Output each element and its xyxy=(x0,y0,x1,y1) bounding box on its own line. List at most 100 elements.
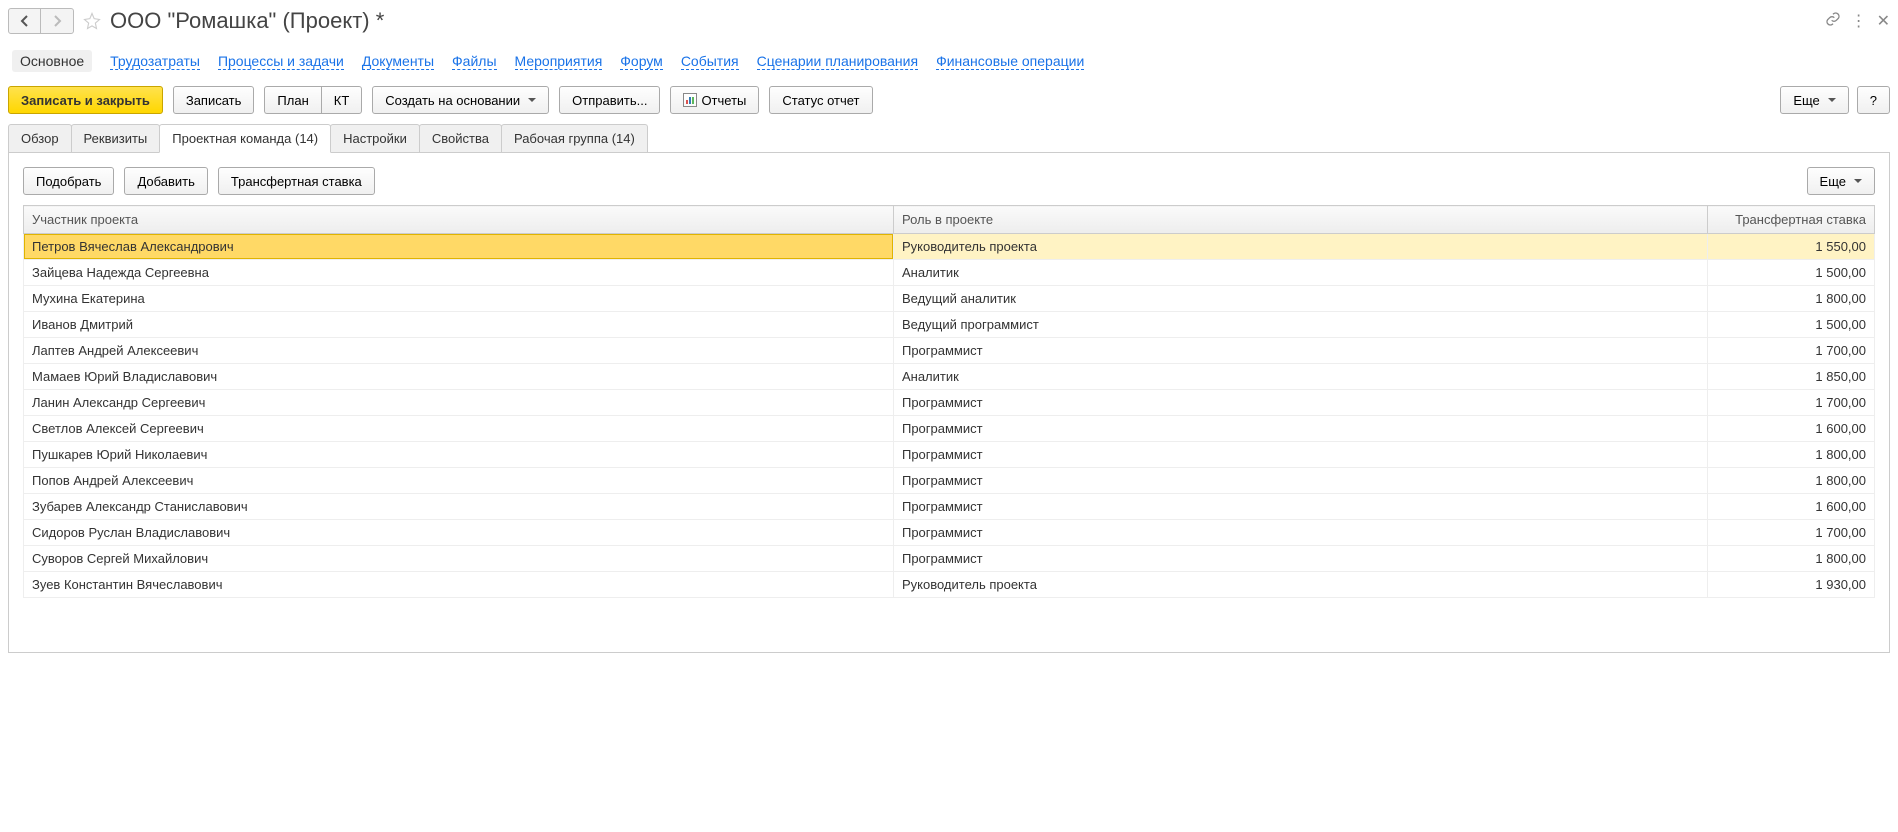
cell-rate[interactable]: 1 800,00 xyxy=(1708,468,1875,494)
reports-button[interactable]: Отчеты xyxy=(670,86,759,114)
table-row[interactable]: Иванов ДмитрийВедущий программист1 500,0… xyxy=(24,312,1875,338)
cell-participant[interactable]: Мамаев Юрий Владиславович xyxy=(24,364,894,390)
cell-participant[interactable]: Зубарев Александр Станиславович xyxy=(24,494,894,520)
cell-rate[interactable]: 1 700,00 xyxy=(1708,520,1875,546)
cell-rate[interactable]: 1 700,00 xyxy=(1708,338,1875,364)
more-vertical-icon[interactable]: ⋮ xyxy=(1851,11,1867,31)
link-tab-planning[interactable]: Сценарии планирования xyxy=(757,53,918,70)
link-tab-labor[interactable]: Трудозатраты xyxy=(110,53,200,70)
link-tab-documents[interactable]: Документы xyxy=(362,53,434,70)
cell-rate[interactable]: 1 930,00 xyxy=(1708,572,1875,598)
cell-rate[interactable]: 1 800,00 xyxy=(1708,546,1875,572)
cell-role[interactable]: Программист xyxy=(893,468,1707,494)
link-tab-financial[interactable]: Финансовые операции xyxy=(936,53,1084,70)
tab-details[interactable]: Реквизиты xyxy=(71,124,161,152)
link-tab-processes[interactable]: Процессы и задачи xyxy=(218,53,344,70)
cell-role[interactable]: Ведущий программист xyxy=(893,312,1707,338)
sub-tabs: Обзор Реквизиты Проектная команда (14) Н… xyxy=(8,124,1890,153)
nav-back-button[interactable] xyxy=(9,9,41,33)
cell-participant[interactable]: Светлов Алексей Сергеевич xyxy=(24,416,894,442)
cell-rate[interactable]: 1 500,00 xyxy=(1708,312,1875,338)
table-row[interactable]: Ланин Александр СергеевичПрограммист1 70… xyxy=(24,390,1875,416)
chart-icon xyxy=(683,93,697,107)
cell-participant[interactable]: Лаптев Андрей Алексеевич xyxy=(24,338,894,364)
cell-rate[interactable]: 1 600,00 xyxy=(1708,416,1875,442)
cell-participant[interactable]: Ланин Александр Сергеевич xyxy=(24,390,894,416)
pick-button[interactable]: Подобрать xyxy=(23,167,114,195)
cell-role[interactable]: Программист xyxy=(893,338,1707,364)
cell-role[interactable]: Программист xyxy=(893,494,1707,520)
plan-button[interactable]: План xyxy=(264,86,320,114)
help-button[interactable]: ? xyxy=(1857,86,1890,114)
cell-role[interactable]: Программист xyxy=(893,442,1707,468)
cell-participant[interactable]: Петров Вячеслав Александрович xyxy=(24,234,894,260)
add-button[interactable]: Добавить xyxy=(124,167,207,195)
save-button[interactable]: Записать xyxy=(173,86,255,114)
cell-rate[interactable]: 1 550,00 xyxy=(1708,234,1875,260)
transfer-rate-button[interactable]: Трансфертная ставка xyxy=(218,167,375,195)
cell-role[interactable]: Руководитель проекта xyxy=(893,234,1707,260)
cell-role[interactable]: Программист xyxy=(893,416,1707,442)
cell-rate[interactable]: 1 600,00 xyxy=(1708,494,1875,520)
cell-participant[interactable]: Пушкарев Юрий Николаевич xyxy=(24,442,894,468)
table-row[interactable]: Светлов Алексей СергеевичПрограммист1 60… xyxy=(24,416,1875,442)
cell-role[interactable]: Программист xyxy=(893,390,1707,416)
cell-rate[interactable]: 1 500,00 xyxy=(1708,260,1875,286)
inner-more-button[interactable]: Еще xyxy=(1807,167,1875,195)
table-row[interactable]: Зуев Константин ВячеславовичРуководитель… xyxy=(24,572,1875,598)
cell-rate[interactable]: 1 800,00 xyxy=(1708,442,1875,468)
tab-overview[interactable]: Обзор xyxy=(8,124,72,152)
kt-button[interactable]: КТ xyxy=(321,86,363,114)
table-row[interactable]: Пушкарев Юрий НиколаевичПрограммист1 800… xyxy=(24,442,1875,468)
cell-role[interactable]: Руководитель проекта xyxy=(893,572,1707,598)
cell-participant[interactable]: Иванов Дмитрий xyxy=(24,312,894,338)
link-icon[interactable] xyxy=(1825,11,1841,32)
table-row[interactable]: Зубарев Александр СтаниславовичПрограмми… xyxy=(24,494,1875,520)
link-tab-main[interactable]: Основное xyxy=(12,50,92,72)
save-close-button[interactable]: Записать и закрыть xyxy=(8,86,163,114)
table-row[interactable]: Петров Вячеслав АлександровичРуководител… xyxy=(24,234,1875,260)
tab-settings[interactable]: Настройки xyxy=(330,124,420,152)
link-tab-files[interactable]: Файлы xyxy=(452,53,496,70)
nav-buttons xyxy=(8,8,74,34)
cell-participant[interactable]: Мухина Екатерина xyxy=(24,286,894,312)
table-row[interactable]: Суворов Сергей МихайловичПрограммист1 80… xyxy=(24,546,1875,572)
cell-rate[interactable]: 1 700,00 xyxy=(1708,390,1875,416)
cell-participant[interactable]: Сидоров Руслан Владиславович xyxy=(24,520,894,546)
cell-rate[interactable]: 1 800,00 xyxy=(1708,286,1875,312)
cell-role[interactable]: Аналитик xyxy=(893,260,1707,286)
nav-forward-button[interactable] xyxy=(41,9,73,33)
cell-role[interactable]: Программист xyxy=(893,546,1707,572)
cell-participant[interactable]: Суворов Сергей Михайлович xyxy=(24,546,894,572)
cell-participant[interactable]: Зуев Константин Вячеславович xyxy=(24,572,894,598)
table-row[interactable]: Лаптев Андрей АлексеевичПрограммист1 700… xyxy=(24,338,1875,364)
cell-role[interactable]: Программист xyxy=(893,520,1707,546)
more-button[interactable]: Еще xyxy=(1780,86,1848,114)
cell-role[interactable]: Ведущий аналитик xyxy=(893,286,1707,312)
header: ООО "Ромашка" (Проект) * ⋮ ✕ xyxy=(8,8,1890,34)
cell-participant[interactable]: Попов Андрей Алексеевич xyxy=(24,468,894,494)
table-row[interactable]: Зайцева Надежда СергеевнаАналитик1 500,0… xyxy=(24,260,1875,286)
send-button[interactable]: Отправить... xyxy=(559,86,660,114)
favorite-star-icon[interactable] xyxy=(82,11,102,31)
close-icon[interactable]: ✕ xyxy=(1877,11,1890,31)
content-panel: Подобрать Добавить Трансфертная ставка Е… xyxy=(8,153,1890,653)
tab-workgroup[interactable]: Рабочая группа (14) xyxy=(501,124,648,152)
cell-role[interactable]: Аналитик xyxy=(893,364,1707,390)
col-role[interactable]: Роль в проекте xyxy=(893,206,1707,234)
table-row[interactable]: Мамаев Юрий ВладиславовичАналитик1 850,0… xyxy=(24,364,1875,390)
status-report-button[interactable]: Статус отчет xyxy=(769,86,872,114)
link-tab-forum[interactable]: Форум xyxy=(620,53,663,70)
cell-rate[interactable]: 1 850,00 xyxy=(1708,364,1875,390)
create-based-button[interactable]: Создать на основании xyxy=(372,86,549,114)
table-row[interactable]: Сидоров Руслан ВладиславовичПрограммист1… xyxy=(24,520,1875,546)
col-rate[interactable]: Трансфертная ставка xyxy=(1708,206,1875,234)
table-row[interactable]: Мухина ЕкатеринаВедущий аналитик1 800,00 xyxy=(24,286,1875,312)
cell-participant[interactable]: Зайцева Надежда Сергеевна xyxy=(24,260,894,286)
tab-properties[interactable]: Свойства xyxy=(419,124,502,152)
link-tab-events[interactable]: Мероприятия xyxy=(515,53,603,70)
col-participant[interactable]: Участник проекта xyxy=(24,206,894,234)
table-row[interactable]: Попов Андрей АлексеевичПрограммист1 800,… xyxy=(24,468,1875,494)
link-tab-occasions[interactable]: События xyxy=(681,53,739,70)
tab-team[interactable]: Проектная команда (14) xyxy=(159,124,331,153)
